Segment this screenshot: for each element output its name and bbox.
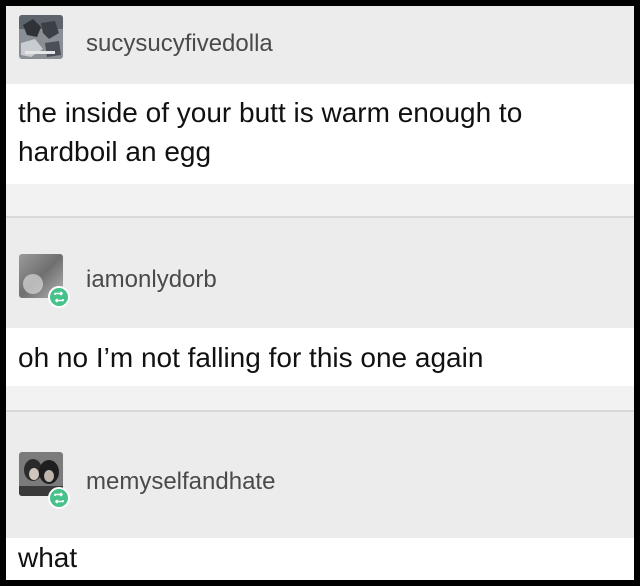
post-username[interactable]: memyselfandhate xyxy=(86,468,275,496)
post-text-line: the inside of your butt is warm enough t… xyxy=(18,97,523,128)
post-username[interactable]: sucysucyfivedolla xyxy=(86,30,273,58)
user-avatar-icon xyxy=(19,15,63,59)
post-text-line: what xyxy=(18,542,78,573)
post-body: oh no I’m not falling for this one again xyxy=(6,328,634,386)
post-body: the inside of your butt is warm enough t… xyxy=(6,84,634,184)
post-text-line: hardboil an egg xyxy=(18,136,212,167)
post-header: sucysucyfivedolla xyxy=(6,6,634,84)
post-body: what xyxy=(6,538,634,580)
reblog-thread: sucysucyfivedolla the inside of your but… xyxy=(6,6,634,580)
post-username[interactable]: iamonlydorb xyxy=(86,266,217,294)
post-header: iamonlydorb xyxy=(6,218,634,328)
reblog-icon xyxy=(48,487,70,509)
avatar[interactable] xyxy=(19,15,63,59)
post-header: memyselfandhate xyxy=(6,412,634,538)
reblog-icon xyxy=(48,286,70,308)
post-text-line: oh no I’m not falling for this one again xyxy=(18,342,484,373)
